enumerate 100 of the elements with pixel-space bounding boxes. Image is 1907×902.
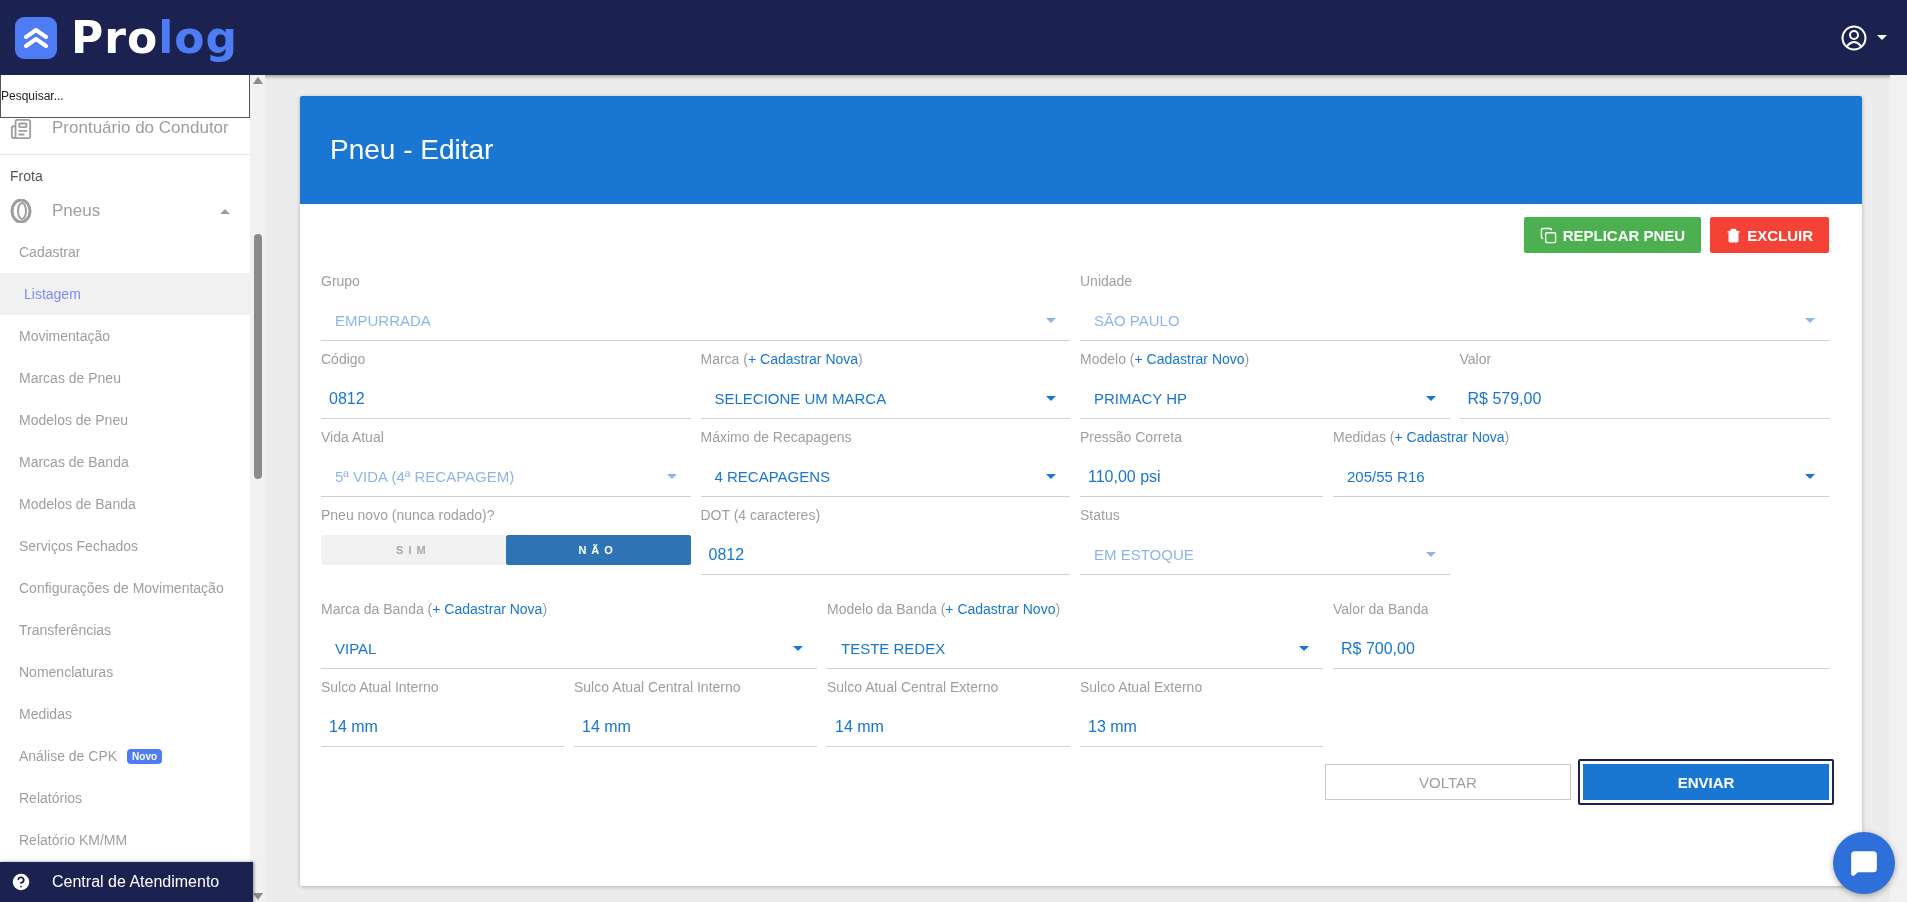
- caret-icon: [1046, 396, 1056, 401]
- field-label: Sulco Atual Central Externo: [827, 679, 1000, 697]
- field-label: Grupo: [321, 273, 361, 291]
- scrollbar[interactable]: [1890, 75, 1907, 902]
- submenu-label: Medidas: [19, 706, 72, 722]
- caret-icon: [1805, 318, 1815, 323]
- submenu-label: Marcas de Banda: [19, 454, 129, 470]
- caret-icon: [666, 474, 677, 479]
- caret-icon: [220, 208, 230, 214]
- input-field[interactable]: 14 mm: [574, 707, 817, 747]
- field-label: Código: [321, 351, 367, 369]
- support-label: Central de Atendimento: [52, 873, 220, 891]
- submenu-item[interactable]: Listagem: [0, 273, 250, 315]
- submenu-item[interactable]: Medidas: [0, 693, 250, 735]
- search-field[interactable]: Pesquisar...: [0, 75, 250, 118]
- caret-icon: [1299, 646, 1309, 651]
- select-field[interactable]: 205/55 R16: [1333, 457, 1829, 497]
- register-link[interactable]: + Cadastrar Nova: [432, 601, 543, 617]
- toggle-option[interactable]: NÃO: [505, 535, 691, 565]
- replicate-button[interactable]: REPLICAR PNEU: [1523, 217, 1702, 253]
- select-field[interactable]: SELECIONE UM MARCA: [700, 379, 1070, 419]
- submenu-label: Movimentação: [19, 328, 111, 344]
- register-link[interactable]: + Cadastrar Novo: [945, 601, 1056, 617]
- register-link[interactable]: + Cadastrar Nova: [747, 351, 859, 367]
- delete-button[interactable]: EXCLUIR: [1710, 217, 1829, 253]
- submenu-item[interactable]: Configurações de Movimentação: [0, 567, 250, 609]
- new-badge: Novo: [127, 748, 163, 764]
- field-label: Valor: [1459, 351, 1493, 369]
- caret-icon: [1046, 318, 1056, 323]
- submenu-item[interactable]: Movimentação: [0, 315, 250, 357]
- submenu-label: Nomenclaturas: [19, 664, 114, 680]
- submenu-label: Transferências: [19, 622, 112, 638]
- submenu-item[interactable]: Nomenclaturas: [0, 651, 250, 693]
- toggle-option[interactable]: SIM: [321, 535, 506, 565]
- input-field[interactable]: R$ 579,00: [1459, 379, 1829, 419]
- input-field[interactable]: 0812: [700, 535, 1070, 575]
- field-label: Status: [1080, 507, 1121, 525]
- select-field[interactable]: TESTE REDEX: [827, 629, 1323, 669]
- submenu-label: Análise de CPK: [19, 748, 118, 764]
- input-field[interactable]: 14 mm: [321, 707, 564, 747]
- submenu-item[interactable]: Transferências: [0, 609, 250, 651]
- field-label: Valor da Banda: [1333, 601, 1430, 619]
- input-field[interactable]: 0812: [321, 379, 691, 419]
- submenu-item[interactable]: Serviços Fechados: [0, 525, 250, 567]
- field-label: Medidas (+ Cadastrar Nova): [1333, 429, 1511, 447]
- field-label: Modelo (+ Cadastrar Novo): [1080, 351, 1251, 369]
- field-label: Sulco Atual Externo: [1080, 679, 1204, 697]
- caret-icon: [1425, 396, 1436, 401]
- submenu-item[interactable]: Relatório KM/MM: [0, 819, 250, 861]
- field-label: Sulco Atual Interno: [321, 679, 440, 697]
- field-label: Vida Atual: [321, 429, 385, 447]
- caret-icon: [1046, 474, 1056, 479]
- field-label: Sulco Atual Central Interno: [574, 679, 742, 697]
- page-title: Pneu - Editar: [330, 134, 494, 166]
- tire-icon: [10, 199, 32, 223]
- logo-icon: [15, 16, 57, 59]
- document-icon: [10, 118, 32, 140]
- input-field[interactable]: 110,00 psi: [1080, 457, 1323, 497]
- submenu-item[interactable]: Modelos de Pneu: [0, 399, 250, 441]
- support-bar[interactable]: Central de Atendimento: [0, 862, 253, 902]
- submenu-item[interactable]: Marcas de Banda: [0, 441, 250, 483]
- submenu-item[interactable]: Modelos de Banda: [0, 483, 250, 525]
- input-field[interactable]: 13 mm: [1080, 707, 1323, 747]
- submenu-item[interactable]: Marcas de Pneu: [0, 357, 250, 399]
- chat-icon: [1850, 849, 1878, 877]
- menu-item[interactable]: Prontuário do Condutor: [0, 118, 250, 155]
- select-field[interactable]: PRIMACY HP: [1080, 379, 1450, 419]
- user-icon[interactable]: [1841, 24, 1867, 51]
- field-label: Pressão Correta: [1080, 429, 1183, 447]
- submenu-label: Cadastrar: [19, 244, 81, 260]
- logo-text: Prolog: [71, 12, 238, 63]
- submenu-item[interactable]: Cadastrar: [0, 231, 250, 273]
- input-field[interactable]: 14 mm: [827, 707, 1070, 747]
- caret-icon: [1805, 474, 1815, 479]
- submenu-item[interactable]: Análise de CPK Novo: [0, 735, 250, 777]
- field-label: Marca da Banda (+ Cadastrar Nova): [321, 601, 549, 619]
- scrollbar[interactable]: [250, 75, 265, 902]
- submenu-label: Modelos de Pneu: [19, 412, 128, 428]
- submenu-label: Listagem: [24, 286, 81, 302]
- select-field[interactable]: 4 RECAPAGENS: [700, 457, 1070, 497]
- submenu-label: Relatórios: [19, 790, 83, 806]
- input-field[interactable]: R$ 700,00: [1333, 629, 1829, 669]
- caret-icon: [1425, 552, 1436, 557]
- select-field[interactable]: VIPAL: [321, 629, 817, 669]
- field-label: Unidade: [1080, 273, 1134, 291]
- submenu-item[interactable]: Relatórios: [0, 777, 250, 819]
- field-label: Marca (+ Cadastrar Nova): [700, 351, 864, 369]
- submit-button[interactable]: ENVIAR: [1578, 759, 1834, 805]
- submenu-label: Modelos de Banda: [19, 496, 136, 512]
- submenu-label: Configurações de Movimentação: [19, 580, 224, 596]
- menu-item[interactable]: Pneus: [0, 191, 250, 231]
- field-label: DOT (4 caracteres): [700, 507, 822, 525]
- field-label: Pneu novo (nunca rodado)?: [321, 507, 496, 525]
- register-link[interactable]: + Cadastrar Nova: [1394, 429, 1505, 445]
- copy-icon: [1539, 226, 1557, 244]
- section-heading: Frota: [9, 167, 44, 186]
- register-link[interactable]: + Cadastrar Novo: [1134, 351, 1245, 367]
- trash-icon: [1726, 227, 1742, 243]
- help-icon: [10, 871, 32, 893]
- submenu-label: Relatório KM/MM: [19, 832, 128, 848]
